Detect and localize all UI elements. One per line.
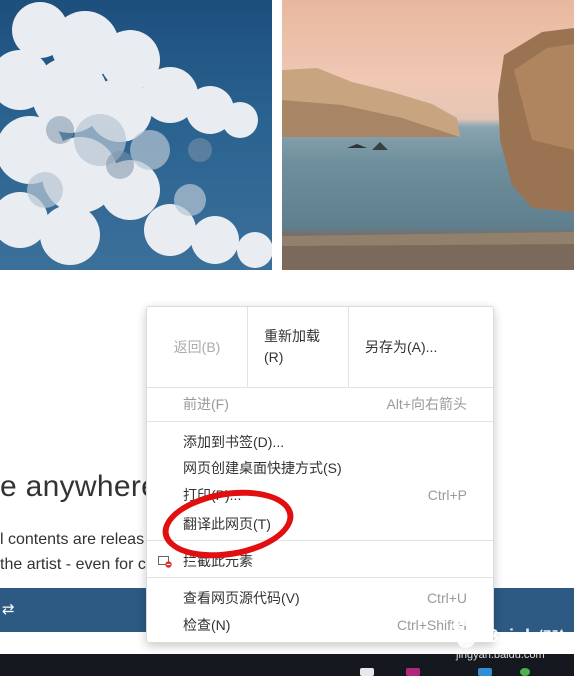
menu-item-shortcut: Ctrl+U: [426, 590, 467, 606]
block-element-icon: [158, 555, 172, 568]
reload-button[interactable]: 重新加载(R): [247, 307, 348, 387]
menu-separator: [147, 577, 493, 578]
back-button[interactable]: 返回(B): [147, 307, 247, 387]
tray-icon-1[interactable]: [360, 668, 374, 676]
page-text-line-2: the artist - even for c: [0, 556, 146, 573]
coast-photo: [282, 0, 574, 270]
swap-icon[interactable]: ⇄: [2, 600, 15, 618]
page-text-line-1: l contents are releas: [0, 531, 145, 548]
menu-item-label: 网页创建桌面快捷方式(S): [183, 460, 342, 476]
svg-text:Bai du: Bai du: [486, 626, 541, 646]
svg-text:经验: 经验: [538, 629, 567, 646]
tray-icon-3[interactable]: [478, 668, 492, 676]
menu-item-label: 查看网页源代码(V): [183, 590, 300, 606]
tray-icon-2[interactable]: [406, 668, 420, 676]
menu-item-create-shortcut[interactable]: 网页创建桌面快捷方式(S): [147, 455, 493, 481]
cloud-photo: [0, 0, 272, 270]
menu-item-label: 检查(N): [183, 617, 231, 633]
page-heading: e anywhere: [0, 470, 159, 503]
menu-item-label: 前进(F): [183, 396, 229, 412]
menu-item-view-source[interactable]: 查看网页源代码(V) Ctrl+U: [147, 585, 493, 611]
menu-item-add-bookmark[interactable]: 添加到书签(D)...: [147, 429, 493, 455]
context-menu-nav-row: 返回(B) 重新加载(R) 另存为(A)...: [147, 307, 493, 388]
context-menu: 返回(B) 重新加载(R) 另存为(A)... 前进(F) Alt+向右箭头 添…: [146, 306, 494, 643]
menu-separator: [147, 421, 493, 422]
tray-icon-4[interactable]: [520, 668, 530, 676]
menu-item-label: 添加到书签(D)...: [183, 434, 285, 450]
save-as-button[interactable]: 另存为(A)...: [348, 307, 491, 387]
watermark-url: jingyan.baidu.com: [456, 649, 545, 661]
menu-item-forward[interactable]: 前进(F) Alt+向右箭头: [147, 391, 493, 417]
menu-item-shortcut: Ctrl+P: [427, 487, 467, 503]
menu-item-shortcut: Alt+向右箭头: [386, 396, 467, 412]
